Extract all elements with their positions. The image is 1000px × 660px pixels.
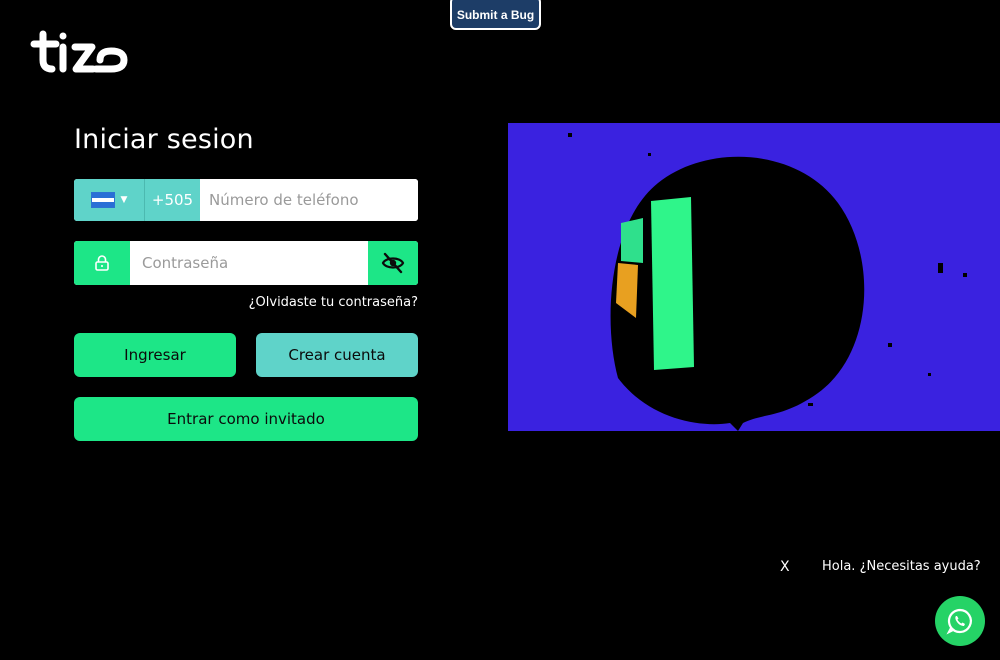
promo-illustration [508,123,1000,431]
chevron-down-icon: ▼ [120,195,128,205]
nicaragua-flag-icon [90,192,115,208]
create-account-button[interactable]: Crear cuenta [256,333,418,377]
eye-off-icon [381,252,405,274]
whatsapp-chat-button[interactable] [935,596,985,646]
toggle-password-visibility-button[interactable] [368,241,418,285]
page-title: Iniciar sesion [74,124,254,155]
forgot-password-link[interactable]: ¿Olvidaste tu contraseña? [249,295,418,310]
phone-input[interactable] [200,179,418,221]
password-input[interactable] [130,241,368,285]
lock-icon [74,241,130,285]
login-button[interactable]: Ingresar [74,333,236,377]
tizo-logo-mark [30,30,128,73]
phone-field-group: ▼ +505 [74,179,418,221]
password-field-group [74,241,418,285]
tizo-logo [30,30,130,75]
close-help-button[interactable]: X [780,559,790,575]
whatsapp-icon [946,608,972,635]
guest-login-button[interactable]: Entrar como invitado [74,397,418,441]
help-message: Hola. ¿Necesitas ayuda? [822,559,981,574]
submit-bug-button[interactable]: Submit a Bug [450,0,541,30]
login-page: Submit a Bug Iniciar sesion ▼ +505 Númer… [0,0,1000,660]
phone-prefix: +505 [145,179,200,221]
country-selector[interactable]: ▼ [74,179,145,221]
